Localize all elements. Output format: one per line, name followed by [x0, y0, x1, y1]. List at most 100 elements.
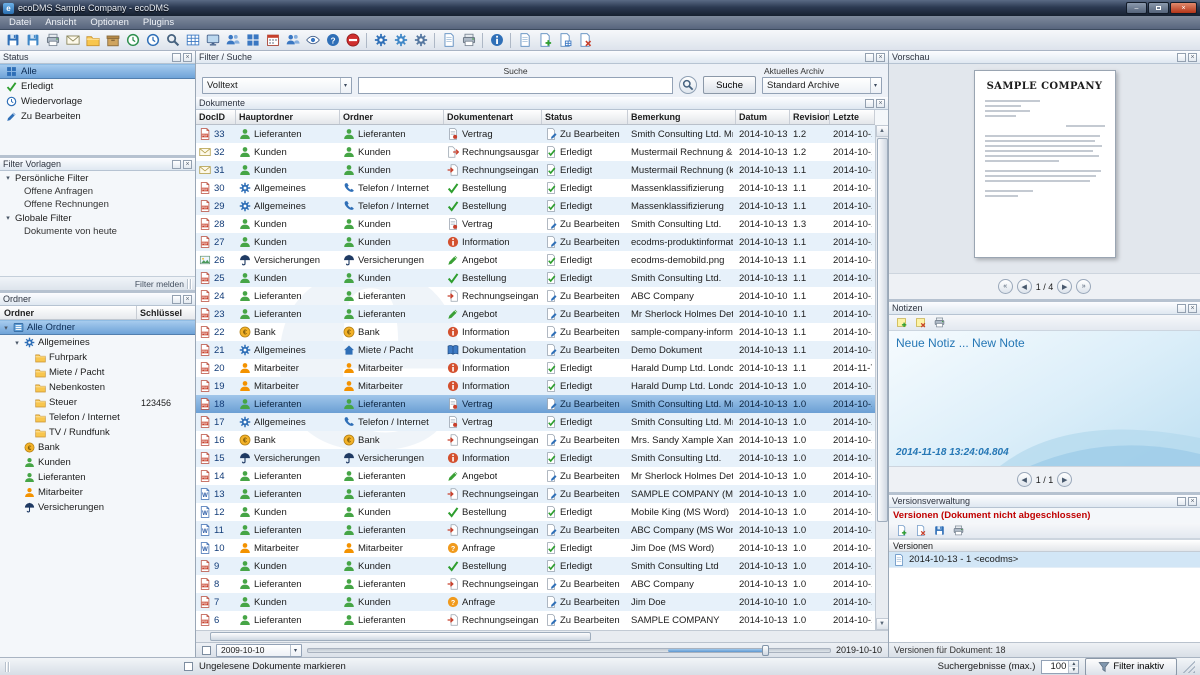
column-datum[interactable]: Datum [736, 110, 790, 124]
vertical-scrollbar[interactable]: ▲ ▼ [875, 125, 888, 630]
folder-item-allgemeines[interactable]: ▾Allgemeines [0, 335, 195, 350]
search-input[interactable] [358, 77, 673, 94]
search-mode-select[interactable]: Volltext ▾ [202, 77, 352, 94]
monitor-button[interactable] [203, 31, 222, 50]
first-page-button[interactable]: « [998, 279, 1013, 294]
table-row[interactable]: PDF23LieferantenLieferantenAngebotZu Bea… [196, 305, 875, 323]
archive-button[interactable] [103, 31, 122, 50]
folder-item-nebenkosten[interactable]: Nebenkosten [0, 380, 195, 395]
filter-item-offene-anfragen[interactable]: Offene Anfragen [0, 185, 195, 198]
filter-item-offene-rechnungen[interactable]: Offene Rechnungen [0, 198, 195, 211]
version-remove-button[interactable] [912, 524, 928, 538]
folder-item-steuer[interactable]: Steuer123456 [0, 395, 195, 410]
history-button[interactable] [123, 31, 142, 50]
expander-icon[interactable]: ▾ [13, 339, 21, 347]
timeline-checkbox[interactable] [202, 646, 211, 655]
prev-page-button[interactable]: ◀ [1017, 279, 1032, 294]
column-hauptordner[interactable]: Hauptordner [236, 110, 340, 124]
folder-item-versicherungen[interactable]: Versicherungen [0, 500, 195, 515]
table-row[interactable]: 31KundenKundenRechnungseingangErledigtMu… [196, 161, 875, 179]
filter-group-pers-nliche-filter[interactable]: ▾Persönliche Filter [0, 171, 195, 185]
table-row[interactable]: W11LieferantenLieferantenRechnungseingan… [196, 521, 875, 539]
info-button[interactable] [487, 31, 506, 50]
note-remove-button[interactable] [912, 316, 928, 330]
doc-print-button[interactable] [459, 31, 478, 50]
filter-footer-link[interactable]: Filter melden [135, 279, 184, 289]
archive-select[interactable]: Standard Archive ▾ [762, 77, 882, 94]
float-panel-icon[interactable] [172, 160, 181, 169]
float-panel-icon[interactable] [172, 295, 181, 304]
folder-item-miete-pacht[interactable]: Miete / Pacht [0, 365, 195, 380]
menu-item-ansicht[interactable]: Ansicht [38, 17, 83, 28]
users-button[interactable] [223, 31, 242, 50]
close-panel-icon[interactable]: × [876, 99, 885, 108]
layout-button[interactable] [243, 31, 262, 50]
table-row[interactable]: PDF22€Bank€BankInformationZu Bearbeitens… [196, 323, 875, 341]
float-panel-icon[interactable] [172, 53, 181, 62]
close-panel-icon[interactable]: × [876, 53, 885, 62]
table-button[interactable] [183, 31, 202, 50]
status-item-alle[interactable]: Alle [0, 64, 195, 79]
scroll-up-icon[interactable]: ▲ [876, 125, 889, 137]
status-item-zu-bearbeiten[interactable]: Zu Bearbeiten [0, 109, 195, 124]
scroll-down-icon[interactable]: ▼ [876, 618, 889, 630]
minimize-button[interactable]: – [1126, 2, 1147, 14]
column-ordner[interactable]: Ordner [340, 110, 444, 124]
folder-item-fuhrpark[interactable]: Fuhrpark [0, 350, 195, 365]
close-panel-icon[interactable]: × [183, 160, 192, 169]
expander-icon[interactable]: ▾ [4, 214, 12, 222]
help-button[interactable]: ? [323, 31, 342, 50]
table-row[interactable]: 26VersicherungenVersicherungenAngebotErl… [196, 251, 875, 269]
table-row[interactable]: W12KundenKundenBestellungErledigtMobile … [196, 503, 875, 521]
prev-note-button[interactable]: ◀ [1017, 472, 1032, 487]
maximize-button[interactable] [1148, 2, 1169, 14]
expander-icon[interactable]: ▾ [4, 174, 12, 182]
table-row[interactable]: PDF19MitarbeiterMitarbeiterInformationEr… [196, 377, 875, 395]
table-row[interactable]: PDF33LieferantenLieferantenVertragZu Bea… [196, 125, 875, 143]
table-row[interactable]: PDF27KundenKundenInformationZu Bearbeite… [196, 233, 875, 251]
float-panel-icon[interactable] [865, 53, 874, 62]
scrollbar-thumb[interactable] [877, 138, 888, 522]
horizontal-scrollbar[interactable] [196, 630, 888, 642]
last-page-button[interactable]: » [1076, 279, 1091, 294]
table-row[interactable]: W13LieferantenLieferantenRechnungseingan… [196, 485, 875, 503]
menu-item-datei[interactable]: Datei [2, 17, 38, 28]
table-row[interactable]: PDF6LieferantenLieferantenRechnungseinga… [196, 611, 875, 629]
folder-item-alle-ordner[interactable]: ▾Alle Ordner [0, 320, 195, 335]
filter-group-globale-filter[interactable]: ▾Globale Filter [0, 211, 195, 225]
settings-system-button[interactable] [411, 31, 430, 50]
table-row[interactable]: PDF17AllgemeinesTelefon / InternetVertra… [196, 413, 875, 431]
version-save-button[interactable] [931, 524, 947, 538]
table-row[interactable]: PDF29AllgemeinesTelefon / InternetBestel… [196, 197, 875, 215]
resize-grip[interactable] [1183, 661, 1195, 673]
timeline-date-select[interactable]: 2009-10-10 ▾ [216, 644, 302, 657]
timeline-handle[interactable] [762, 645, 769, 656]
folders-column-ordner[interactable]: Ordner [0, 306, 137, 319]
column-docid[interactable]: DocID [196, 110, 236, 124]
resize-handle-icon[interactable] [187, 279, 192, 289]
close-panel-icon[interactable]: × [1188, 497, 1197, 506]
table-row[interactable]: PDF14LieferantenLieferantenAngebotZu Bea… [196, 467, 875, 485]
search-button[interactable] [163, 31, 182, 50]
export-button[interactable] [23, 31, 42, 50]
settings-classify-button[interactable] [371, 31, 390, 50]
doc-grid-button[interactable] [555, 31, 574, 50]
doc-remove-button[interactable] [575, 31, 594, 50]
table-row[interactable]: PDF18LieferantenLieferantenVertragZu Bea… [196, 395, 875, 413]
note-content[interactable]: Neue Notiz ... New Note 2014-11-18 13:24… [889, 331, 1200, 466]
table-row[interactable]: 32KundenKundenRechnungsausgangErledigtMu… [196, 143, 875, 161]
float-panel-icon[interactable] [1177, 304, 1186, 313]
save-button[interactable] [3, 31, 22, 50]
results-spinner[interactable]: 100 ▲▼ [1041, 660, 1079, 674]
doc-add-button[interactable] [535, 31, 554, 50]
table-row[interactable]: PDF7KundenKunden?AnfrageZu BearbeitenJim… [196, 593, 875, 611]
table-row[interactable]: PDF16€Bank€BankRechnungseingangZu Bearbe… [196, 431, 875, 449]
version-print-button[interactable] [950, 524, 966, 538]
table-row[interactable]: PDF15VersicherungenVersicherungenInforma… [196, 449, 875, 467]
stop-button[interactable] [343, 31, 362, 50]
folder-item-kunden[interactable]: Kunden [0, 455, 195, 470]
table-row[interactable]: PDF9KundenKundenBestellungErledigtSmith … [196, 557, 875, 575]
next-note-button[interactable]: ▶ [1057, 472, 1072, 487]
table-row[interactable]: W10MitarbeiterMitarbeiter?AnfrageErledig… [196, 539, 875, 557]
table-row[interactable]: PDF8LieferantenLieferantenRechnungseinga… [196, 575, 875, 593]
